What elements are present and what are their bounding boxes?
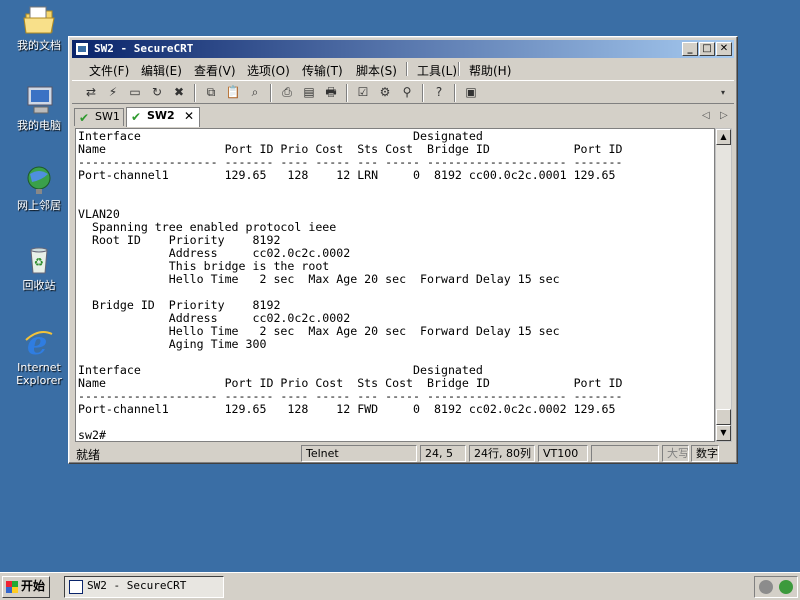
status-empty	[591, 445, 659, 462]
paste-icon[interactable]: 📋	[224, 84, 242, 101]
tab-label: SW2	[147, 109, 175, 122]
close-button[interactable]: ✕	[716, 42, 732, 56]
desktop-icon-label: 回收站	[22, 279, 56, 292]
status-ready: 就绪	[76, 448, 101, 462]
tab-scroll-right-icon[interactable]: ▷	[720, 110, 728, 121]
scrollbar-thumb[interactable]	[716, 409, 731, 425]
folder-icon	[22, 4, 56, 36]
tab-sw2[interactable]: ✔ SW2 ✕	[126, 107, 200, 127]
securecrt-icon	[69, 580, 83, 594]
menu-transfer[interactable]: 传输(T)	[302, 62, 343, 79]
maximize-button[interactable]: □	[699, 42, 715, 56]
tray-speaker-icon[interactable]	[759, 580, 773, 594]
status-emulation: VT100	[538, 445, 588, 462]
print-selection-icon[interactable]: ▤	[300, 84, 318, 101]
toolbar-chevron-icon[interactable]: ▾	[714, 84, 732, 101]
session-options-icon[interactable]: ☑	[354, 84, 372, 101]
menu-options[interactable]: 选项(O)	[247, 62, 290, 79]
help-icon[interactable]: ?	[430, 84, 448, 101]
menu-edit[interactable]: 编辑(E)	[141, 62, 182, 79]
securecrt-window: SW2 - SecureCRT _ □ ✕ 文件(F) 编辑(E) 查看(V) …	[68, 36, 738, 464]
tray-network-icon[interactable]	[779, 580, 793, 594]
global-options-icon[interactable]: ⚙	[376, 84, 394, 101]
vertical-scrollbar[interactable]: ▲ ▼	[715, 128, 732, 442]
toolbar-separator	[194, 84, 196, 102]
menu-separator	[458, 62, 460, 76]
windows-logo-icon	[6, 581, 18, 593]
network-globe-icon	[22, 164, 56, 196]
tab-close-icon[interactable]: ✕	[184, 108, 194, 124]
status-bar: 就绪 Telnet 24, 5 24行, 80列 VT100 大写 数字	[72, 444, 734, 462]
print-setup-icon[interactable]: ⎙	[278, 84, 296, 101]
terminal-text: Interface Designated Name Port ID Prio C…	[78, 129, 623, 442]
app-icon	[75, 42, 89, 56]
screen-capture-icon[interactable]: ▣	[462, 84, 480, 101]
status-caps: 大写	[662, 445, 689, 462]
desktop-icon-my-computer[interactable]: 我的电脑	[6, 84, 72, 132]
desktop-icon-label: 我的电脑	[17, 119, 61, 132]
computer-icon	[22, 84, 56, 116]
toolbar-separator	[454, 84, 456, 102]
start-label: 开始	[21, 579, 46, 593]
start-button[interactable]: 开始	[2, 576, 50, 598]
session-tab-bar: ✔ SW1 ✔ SW2 ✕ ◁ ▷	[72, 107, 734, 127]
menu-file[interactable]: 文件(F)	[89, 62, 129, 79]
desktop-icon-label: 网上邻居	[17, 199, 61, 212]
desktop-icon-network[interactable]: 网上邻居	[6, 164, 72, 212]
connect-tab-icon[interactable]: ▭	[126, 84, 144, 101]
svg-text:e: e	[27, 326, 47, 358]
desktop-icon-my-documents[interactable]: 我的文档	[6, 4, 72, 52]
desktop-icon-label: 我的文档	[17, 39, 61, 52]
status-protocol: Telnet	[301, 445, 417, 462]
taskbar-task-label: SW2 - SecureCRT	[87, 579, 187, 592]
internet-explorer-icon: e	[22, 324, 56, 362]
tab-scroll-left-icon[interactable]: ◁	[702, 110, 710, 121]
window-titlebar[interactable]: SW2 - SecureCRT _ □ ✕	[72, 40, 734, 58]
menu-bar: 文件(F) 编辑(E) 查看(V) 选项(O) 传输(T) 脚本(S) 工具(L…	[72, 59, 734, 79]
toolbar-separator	[346, 84, 348, 102]
menu-help[interactable]: 帮助(H)	[469, 62, 511, 79]
quick-connect-icon[interactable]: ⚡	[104, 84, 122, 101]
terminal-output[interactable]: Interface Designated Name Port ID Prio C…	[75, 128, 715, 442]
print-icon[interactable]: 🖶	[322, 84, 340, 101]
status-cursor: 24, 5	[420, 445, 466, 462]
connect-icon[interactable]: ⇄	[82, 84, 100, 101]
connected-check-icon: ✔	[131, 110, 142, 124]
taskbar: 开始 SW2 - SecureCRT	[0, 572, 800, 600]
desktop-icon-recycle-bin[interactable]: ♻ 回收站	[6, 244, 72, 292]
desktop-icon-internet-explorer[interactable]: e Internet Explorer	[6, 324, 72, 387]
scroll-up-icon[interactable]: ▲	[716, 129, 731, 145]
copy-icon[interactable]: ⧉	[202, 84, 220, 101]
tab-sw1[interactable]: ✔ SW1	[74, 108, 124, 126]
toolbar: ⇄ ⚡ ▭ ↻ ✖ ⧉ 📋 ⌕ ⎙ ▤ 🖶 ☑ ⚙ ⚲ ? ▣ ▾	[72, 80, 734, 104]
desktop-icon-label: Internet Explorer	[16, 361, 62, 387]
menu-view[interactable]: 查看(V)	[194, 62, 236, 79]
recycle-bin-icon: ♻	[22, 244, 56, 276]
toolbar-separator	[270, 84, 272, 102]
window-title: SW2 - SecureCRT	[94, 42, 194, 55]
svg-text:♻: ♻	[34, 256, 44, 269]
minimize-button[interactable]: _	[682, 42, 698, 56]
menu-separator	[406, 62, 408, 76]
menu-script[interactable]: 脚本(S)	[356, 62, 397, 79]
tab-label: SW1	[95, 110, 120, 123]
disconnect-icon[interactable]: ✖	[170, 84, 188, 101]
toolbar-separator	[422, 84, 424, 102]
status-size: 24行, 80列	[469, 445, 535, 462]
find-icon[interactable]: ⌕	[246, 84, 264, 101]
menu-tools[interactable]: 工具(L)	[417, 62, 457, 79]
scroll-down-icon[interactable]: ▼	[716, 425, 731, 441]
connected-check-icon: ✔	[79, 111, 90, 125]
reconnect-icon[interactable]: ↻	[148, 84, 166, 101]
keymap-icon[interactable]: ⚲	[398, 84, 416, 101]
system-tray	[754, 576, 798, 598]
taskbar-securecrt-button[interactable]: SW2 - SecureCRT	[64, 576, 224, 598]
status-num: 数字	[691, 445, 719, 462]
